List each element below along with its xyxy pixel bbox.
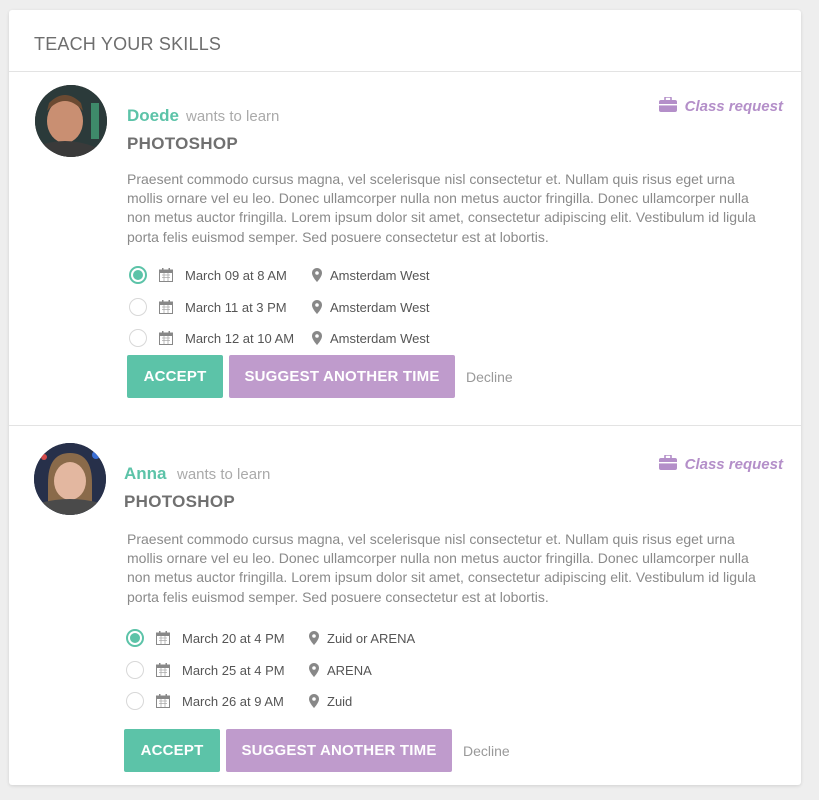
location-pin-icon — [312, 268, 322, 282]
request-description: Praesent commodo cursus magna, vel scele… — [127, 171, 756, 245]
calendar-icon — [156, 631, 170, 645]
location-pin-icon — [312, 331, 322, 345]
time-slot[interactable]: March 20 at 4 PM Zuid or ARENA — [126, 628, 415, 648]
suggest-another-time-button[interactable]: SUGGEST ANOTHER TIME — [229, 355, 455, 398]
tag-label: Class request — [684, 98, 783, 115]
slot-location: Zuid — [327, 693, 353, 709]
calendar-icon — [159, 268, 173, 282]
topic-title: PHOTOSHOP — [124, 492, 236, 511]
slot-location: Zuid or ARENA — [327, 630, 416, 646]
slot-date: March 20 at 4 PM — [182, 630, 285, 646]
decline-link[interactable]: Decline — [466, 369, 513, 385]
calendar-icon — [156, 663, 170, 677]
time-slot[interactable]: March 26 at 9 AM Zuid — [126, 691, 352, 711]
slot-date: March 09 at 8 AM — [185, 267, 287, 283]
requester-name[interactable]: Anna — [124, 464, 167, 484]
avatar[interactable] — [34, 443, 106, 515]
radio-button[interactable] — [129, 329, 147, 347]
requester-name[interactable]: Doede — [127, 106, 179, 126]
calendar-icon — [159, 300, 173, 314]
tag-label: Class request — [684, 456, 783, 473]
suggest-another-time-button[interactable]: SUGGEST ANOTHER TIME — [226, 729, 452, 772]
slot-date: March 11 at 3 PM — [185, 299, 287, 315]
class-request-tag: Class request — [658, 454, 783, 474]
radio-button[interactable] — [126, 692, 144, 710]
calendar-icon — [159, 331, 173, 345]
time-slot[interactable]: March 25 at 4 PM ARENA — [126, 660, 372, 680]
request-card: Anna wants to learn PHOTOSHOP Class requ… — [9, 426, 801, 785]
time-slot[interactable]: March 12 at 10 AM Amsterdam West — [129, 328, 429, 348]
time-slot[interactable]: March 11 at 3 PM Amsterdam West — [129, 297, 429, 317]
slot-location: Amsterdam West — [330, 330, 430, 346]
location-pin-icon — [312, 300, 322, 314]
page-title: TEACH YOUR SKILLS — [34, 34, 222, 54]
decline-link[interactable]: Decline — [463, 743, 510, 759]
accept-button[interactable]: ACCEPT — [127, 355, 223, 398]
wants-to-learn-text: wants to learn — [186, 108, 280, 125]
class-request-tag: Class request — [658, 96, 783, 116]
slot-location: Amsterdam West — [330, 267, 430, 283]
avatar[interactable] — [35, 85, 107, 157]
briefcase-icon — [658, 96, 677, 116]
radio-button[interactable] — [129, 266, 147, 284]
briefcase-icon — [658, 454, 677, 474]
location-pin-icon — [309, 631, 319, 645]
wants-to-learn-text: wants to learn — [177, 466, 271, 483]
topic-title: PHOTOSHOP — [127, 134, 239, 153]
radio-button[interactable] — [129, 298, 147, 316]
teach-skills-card: TEACH YOUR SKILLS Doede wants to learn P… — [9, 10, 801, 785]
slot-location: Amsterdam West — [330, 299, 430, 315]
request-description: Praesent commodo cursus magna, vel scele… — [127, 531, 756, 605]
slot-date: March 12 at 10 AM — [185, 330, 295, 346]
slot-date: March 26 at 9 AM — [182, 693, 284, 709]
accept-button[interactable]: ACCEPT — [124, 729, 220, 772]
location-pin-icon — [309, 663, 319, 677]
location-pin-icon — [309, 694, 319, 708]
request-card: Doede wants to learn PHOTOSHOP Class req… — [9, 72, 801, 424]
slot-date: March 25 at 4 PM — [182, 662, 285, 678]
slot-location: ARENA — [327, 662, 372, 678]
radio-button[interactable] — [126, 629, 144, 647]
time-slot[interactable]: March 09 at 8 AM Amsterdam West — [129, 265, 429, 285]
calendar-icon — [156, 694, 170, 708]
radio-button[interactable] — [126, 661, 144, 679]
